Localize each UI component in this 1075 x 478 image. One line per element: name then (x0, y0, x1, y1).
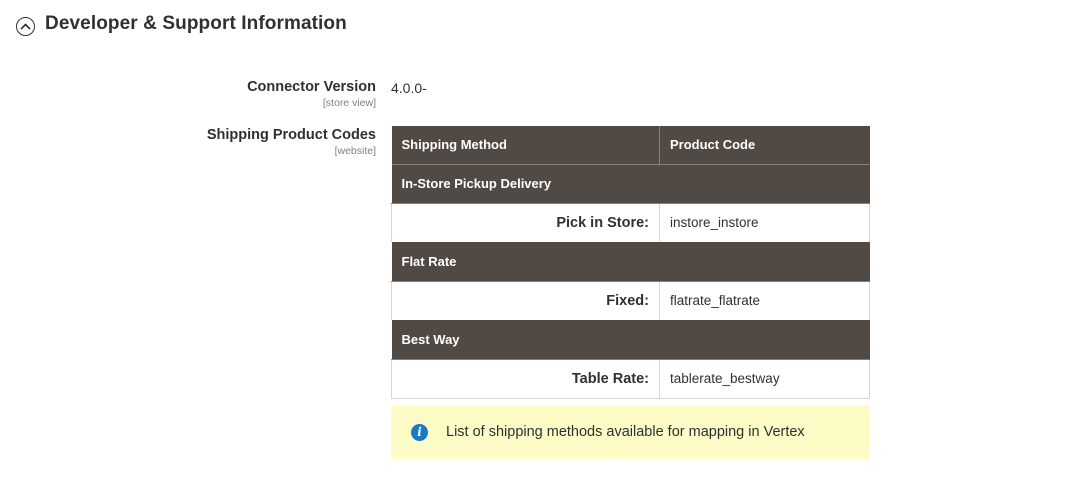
section-title: Developer & Support Information (45, 13, 347, 34)
shipping-product-codes-scope: [website] (334, 145, 376, 157)
code-cell: flatrate_flatrate (659, 281, 870, 320)
table-group-row: Best Way (391, 320, 870, 360)
code-cell: tablerate_bestway (659, 359, 870, 399)
connector-version-scope: [store view] (322, 97, 376, 109)
table-header-row: Shipping Method Product Code (391, 126, 870, 164)
shipping-product-codes-table: Shipping Method Product Code In-Store Pi… (391, 126, 870, 399)
table-row: Pick in Store: instore_instore (391, 203, 870, 242)
connector-version-value: 4.0.0- (391, 80, 427, 96)
chevron-up-circle-icon[interactable] (16, 17, 35, 36)
group-name: Flat Rate (391, 242, 870, 282)
connector-version-label: Connector Version [store view] (247, 79, 376, 109)
table-row: Fixed: flatrate_flatrate (391, 281, 870, 320)
table-row: Table Rate: tablerate_bestway (391, 359, 870, 399)
table-group-row: Flat Rate (391, 242, 870, 282)
group-name: In-Store Pickup Delivery (391, 164, 870, 204)
table-group-row: In-Store Pickup Delivery (391, 164, 870, 204)
shipping-product-codes-label: Shipping Product Codes [website] (207, 127, 376, 157)
method-cell: Fixed: (391, 281, 660, 320)
info-icon: i (411, 423, 428, 441)
notice-text: List of shipping methods available for m… (446, 424, 805, 440)
group-name: Best Way (391, 320, 870, 360)
shipping-product-codes-label-text: Shipping Product Codes (206, 127, 376, 143)
header-product-code: Product Code (659, 126, 870, 164)
header-shipping-method: Shipping Method (391, 126, 660, 164)
info-notice: i List of shipping methods available for… (391, 405, 870, 459)
method-cell: Table Rate: (391, 359, 660, 399)
section-header-developer-support[interactable]: Developer & Support Information (16, 12, 347, 36)
method-cell: Pick in Store: (391, 203, 660, 242)
code-cell: instore_instore (659, 203, 870, 242)
connector-version-label-text: Connector Version (247, 79, 376, 95)
